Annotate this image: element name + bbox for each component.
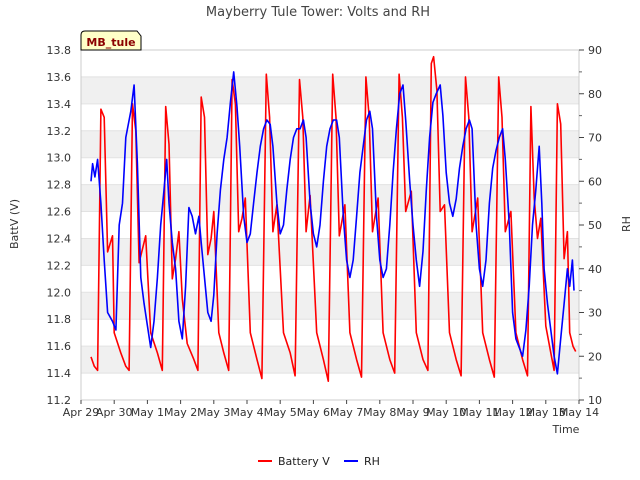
y-right-tick-label: 50 — [588, 219, 602, 232]
y-right-tick-label: 20 — [588, 350, 602, 363]
x-tick-label: May 5 — [264, 406, 297, 419]
y-left-tick-label: 13.8 — [47, 44, 72, 57]
y-left-tick-label: 13.0 — [47, 152, 72, 165]
y-left-tick-label: 12.4 — [47, 232, 72, 245]
grid-band — [81, 76, 579, 104]
x-tick-label: May 3 — [197, 406, 230, 419]
badge-label: MB_tule — [86, 36, 135, 49]
y-left-tick-label: 11.4 — [47, 367, 72, 380]
y-axis-right-title: RH — [620, 216, 633, 232]
x-tick-label: May 1 — [131, 406, 164, 419]
y-right-tick-label: 30 — [588, 307, 602, 320]
chart-svg: Mayberry Tule Tower: Volts and RH MB_tul… — [0, 0, 640, 480]
x-tick-label: May 4 — [230, 406, 263, 419]
x-tick-label: May 14 — [559, 406, 599, 419]
legend-label-battery-v: Battery V — [278, 455, 330, 468]
station-badge: MB_tule — [80, 30, 142, 51]
x-tick-label: May 6 — [297, 406, 330, 419]
y-right-tick-label: 70 — [588, 132, 602, 145]
y-right-tick-label: 80 — [588, 88, 602, 101]
y-right-tick-label: 40 — [588, 263, 602, 276]
x-tick-label: May 2 — [164, 406, 197, 419]
y-left-tick-label: 13.2 — [47, 125, 72, 138]
x-tick-label: May 8 — [363, 406, 396, 419]
y-left-tick-label: 12.0 — [47, 286, 72, 299]
x-tick-label: May 9 — [396, 406, 429, 419]
y-left-tick-label: 12.8 — [47, 179, 72, 192]
x-tick-label: Apr 30 — [96, 406, 133, 419]
y-right-tick-label: 90 — [588, 44, 602, 57]
y-left-tick-label: 11.8 — [47, 313, 72, 326]
x-tick-label: May 7 — [330, 406, 363, 419]
y-left-tick-label: 13.4 — [47, 98, 72, 111]
y-left-tick-label: 12.2 — [47, 259, 72, 272]
x-tick-label: Apr 29 — [63, 406, 100, 419]
y-right-tick-label: 60 — [588, 175, 602, 188]
y-left-tick-label: 12.6 — [47, 206, 72, 219]
legend-label-rh: RH — [364, 455, 380, 468]
y-left-tick-label: 11.6 — [47, 340, 72, 353]
y-left-tick-label: 13.6 — [47, 71, 72, 84]
y-axis-left-title: BattV (V) — [8, 199, 21, 249]
chart-title: Mayberry Tule Tower: Volts and RH — [206, 5, 430, 20]
x-axis-title: Time — [552, 423, 580, 436]
